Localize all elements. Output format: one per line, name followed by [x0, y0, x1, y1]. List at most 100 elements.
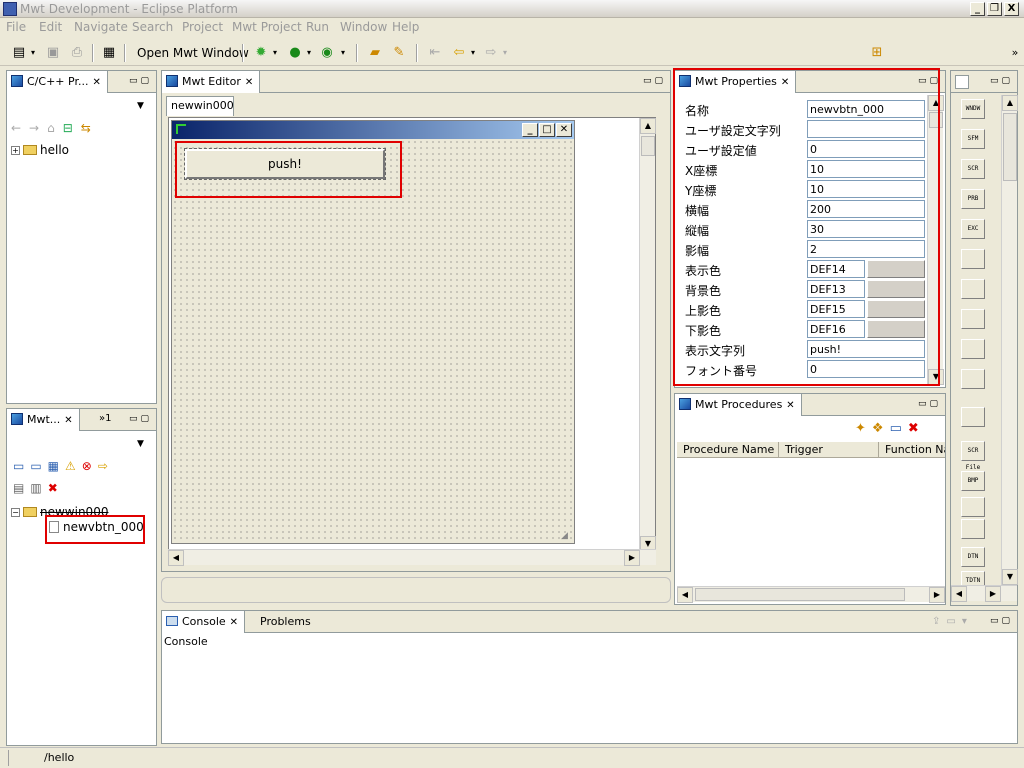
console-toolbar-icons[interactable]: ⇪▭▾: [932, 616, 973, 627]
dropdown-icon[interactable]: ▾: [468, 44, 478, 62]
view-minmax-icon[interactable]: ▭▢: [918, 399, 941, 409]
scroll-thumb[interactable]: [641, 136, 655, 156]
view-minmax-icon[interactable]: ▭▢: [918, 76, 941, 86]
color-picker-button[interactable]: [867, 260, 925, 278]
design-canvas[interactable]: _ □ ✕ push! ◢ ▲ ▼: [168, 117, 656, 553]
palette-widget-button[interactable]: [961, 369, 985, 389]
palette-widget-button[interactable]: PRB: [961, 189, 985, 209]
palette-widget-button[interactable]: [961, 519, 985, 539]
palette-widget-button[interactable]: WNDW: [961, 99, 985, 119]
forward-icon[interactable]: ⇨: [482, 44, 500, 62]
close-icon[interactable]: ✕: [781, 77, 789, 88]
close-icon[interactable]: ✕: [230, 617, 238, 628]
menu-edit[interactable]: Edit: [39, 20, 62, 34]
color-picker-button[interactable]: [867, 320, 925, 338]
close-button[interactable]: X: [1004, 2, 1019, 16]
palette-widget-button[interactable]: [961, 249, 985, 269]
property-value-field[interactable]: 2: [807, 240, 925, 258]
maximize-button[interactable]: ❐: [987, 2, 1002, 16]
back-icon[interactable]: ⇦: [450, 44, 468, 62]
pencil-icon[interactable]: ✎: [390, 44, 408, 62]
property-value-field[interactable]: DEF14: [807, 260, 865, 278]
menu-window[interactable]: Window: [340, 20, 387, 34]
scroll-right-icon[interactable]: ▶: [929, 587, 945, 603]
property-value-field[interactable]: 0: [807, 140, 925, 158]
view-minmax-icon[interactable]: ▭▢: [990, 616, 1013, 626]
save-icon[interactable]: ▣: [44, 44, 62, 62]
tree-item-newwin000[interactable]: − newwin000: [11, 505, 108, 519]
property-value-field[interactable]: DEF13: [807, 280, 865, 298]
menu-search[interactable]: Search: [132, 20, 173, 34]
scroll-down-icon[interactable]: ▼: [1002, 569, 1018, 585]
menu-navigate[interactable]: Navigate: [74, 20, 128, 34]
new-icon[interactable]: ▤: [10, 44, 28, 62]
view-minmax-icon[interactable]: ▭▢: [643, 76, 666, 86]
mwt-minimize-icon[interactable]: _: [522, 123, 538, 137]
tab-console[interactable]: Console ✕: [162, 611, 246, 633]
vbtn-newvbtn-000[interactable]: push!: [184, 148, 386, 180]
print-icon[interactable]: ⎙: [68, 44, 86, 62]
procedures-hscroll[interactable]: ◀ ▶: [677, 586, 945, 603]
tab-mwt[interactable]: Mwt... ✕: [7, 409, 80, 431]
palette-vscroll[interactable]: ▲ ▼: [1001, 95, 1018, 585]
dropdown-icon[interactable]: ▾: [270, 44, 280, 62]
mwt-window[interactable]: _ □ ✕ push! ◢: [171, 120, 575, 544]
scroll-left-icon[interactable]: ◀: [168, 550, 184, 566]
scroll-right-icon[interactable]: ▶: [624, 550, 640, 566]
view-minmax-icon[interactable]: ▭▢: [129, 76, 152, 86]
column-trigger[interactable]: Trigger: [779, 442, 879, 458]
tab-problems[interactable]: Problems: [260, 615, 311, 628]
column-procedure-name[interactable]: Procedure Name: [677, 442, 779, 458]
palette-widget-button[interactable]: [961, 497, 985, 517]
close-icon[interactable]: ✕: [245, 77, 253, 88]
menu-run[interactable]: Run: [306, 20, 329, 34]
tab-cpp-projects[interactable]: C/C++ Pr... ✕: [7, 71, 108, 93]
tab-mwt-procedures[interactable]: Mwt Procedures ✕: [675, 394, 802, 416]
property-value-field[interactable]: push!: [807, 340, 925, 358]
menu-file[interactable]: File: [6, 20, 26, 34]
back-history-icon[interactable]: ⇤: [426, 44, 444, 62]
close-icon[interactable]: ✕: [786, 400, 794, 411]
menu-mwt-project[interactable]: Mwt Project: [232, 20, 302, 34]
editor-hscroll[interactable]: ◀ ▶: [168, 549, 656, 566]
close-icon[interactable]: ✕: [92, 77, 100, 88]
dropdown-icon[interactable]: ▾: [500, 44, 510, 62]
scroll-up-icon[interactable]: ▲: [1002, 95, 1018, 111]
menu-project[interactable]: Project: [182, 20, 223, 34]
editor-vscroll[interactable]: ▲ ▼: [639, 118, 656, 552]
property-value-field[interactable]: 0: [807, 360, 925, 378]
external-tools-icon[interactable]: ◉: [318, 44, 336, 62]
palette-widget-button[interactable]: EXC: [961, 219, 985, 239]
mwt-toolbar-icons[interactable]: ▭▭▦⚠⊗⇨: [13, 459, 114, 473]
scroll-thumb[interactable]: [695, 588, 905, 601]
nav-icons[interactable]: ←→⌂⊟⇆: [11, 121, 99, 135]
mwt-maximize-icon[interactable]: □: [539, 123, 555, 137]
dropdown-icon[interactable]: ▾: [304, 44, 314, 62]
dropdown-icon[interactable]: ▾: [338, 44, 348, 62]
palette-widget-button[interactable]: DTN: [961, 547, 985, 567]
scroll-right-icon[interactable]: ▶: [985, 586, 1001, 602]
procedures-toolbar[interactable]: ✦❖▭✖: [855, 421, 925, 436]
binary-icon[interactable]: ▦: [100, 44, 118, 62]
property-value-field[interactable]: 30: [807, 220, 925, 238]
property-value-field[interactable]: 200: [807, 200, 925, 218]
edit-icons[interactable]: ▤▥✖: [13, 481, 64, 495]
open-folder-icon[interactable]: ▰: [366, 44, 384, 62]
properties-vscroll[interactable]: ▲ ▼: [927, 95, 944, 385]
property-value-field[interactable]: 10: [807, 180, 925, 198]
palette-hscroll[interactable]: ◀ ▶: [951, 585, 1017, 602]
palette-widget-button[interactable]: [961, 407, 985, 427]
property-value-field[interactable]: [807, 120, 925, 138]
more-perspectives-icon[interactable]: »: [1006, 44, 1024, 62]
property-value-field[interactable]: DEF15: [807, 300, 865, 318]
scroll-down-icon[interactable]: ▼: [928, 369, 944, 385]
scroll-left-icon[interactable]: ◀: [677, 587, 693, 603]
tab-mwt-editor[interactable]: Mwt Editor ✕: [162, 71, 261, 93]
debug-icon[interactable]: ✹: [252, 44, 270, 62]
mwt-close-icon[interactable]: ✕: [556, 123, 572, 137]
scroll-up-icon[interactable]: ▲: [928, 95, 944, 111]
open-perspective-icon[interactable]: ⊞: [868, 44, 886, 62]
tab-mwt-properties[interactable]: Mwt Properties ✕: [675, 71, 797, 93]
menu-help[interactable]: Help: [392, 20, 419, 34]
palette-widget-button[interactable]: SCR File: [961, 441, 985, 471]
